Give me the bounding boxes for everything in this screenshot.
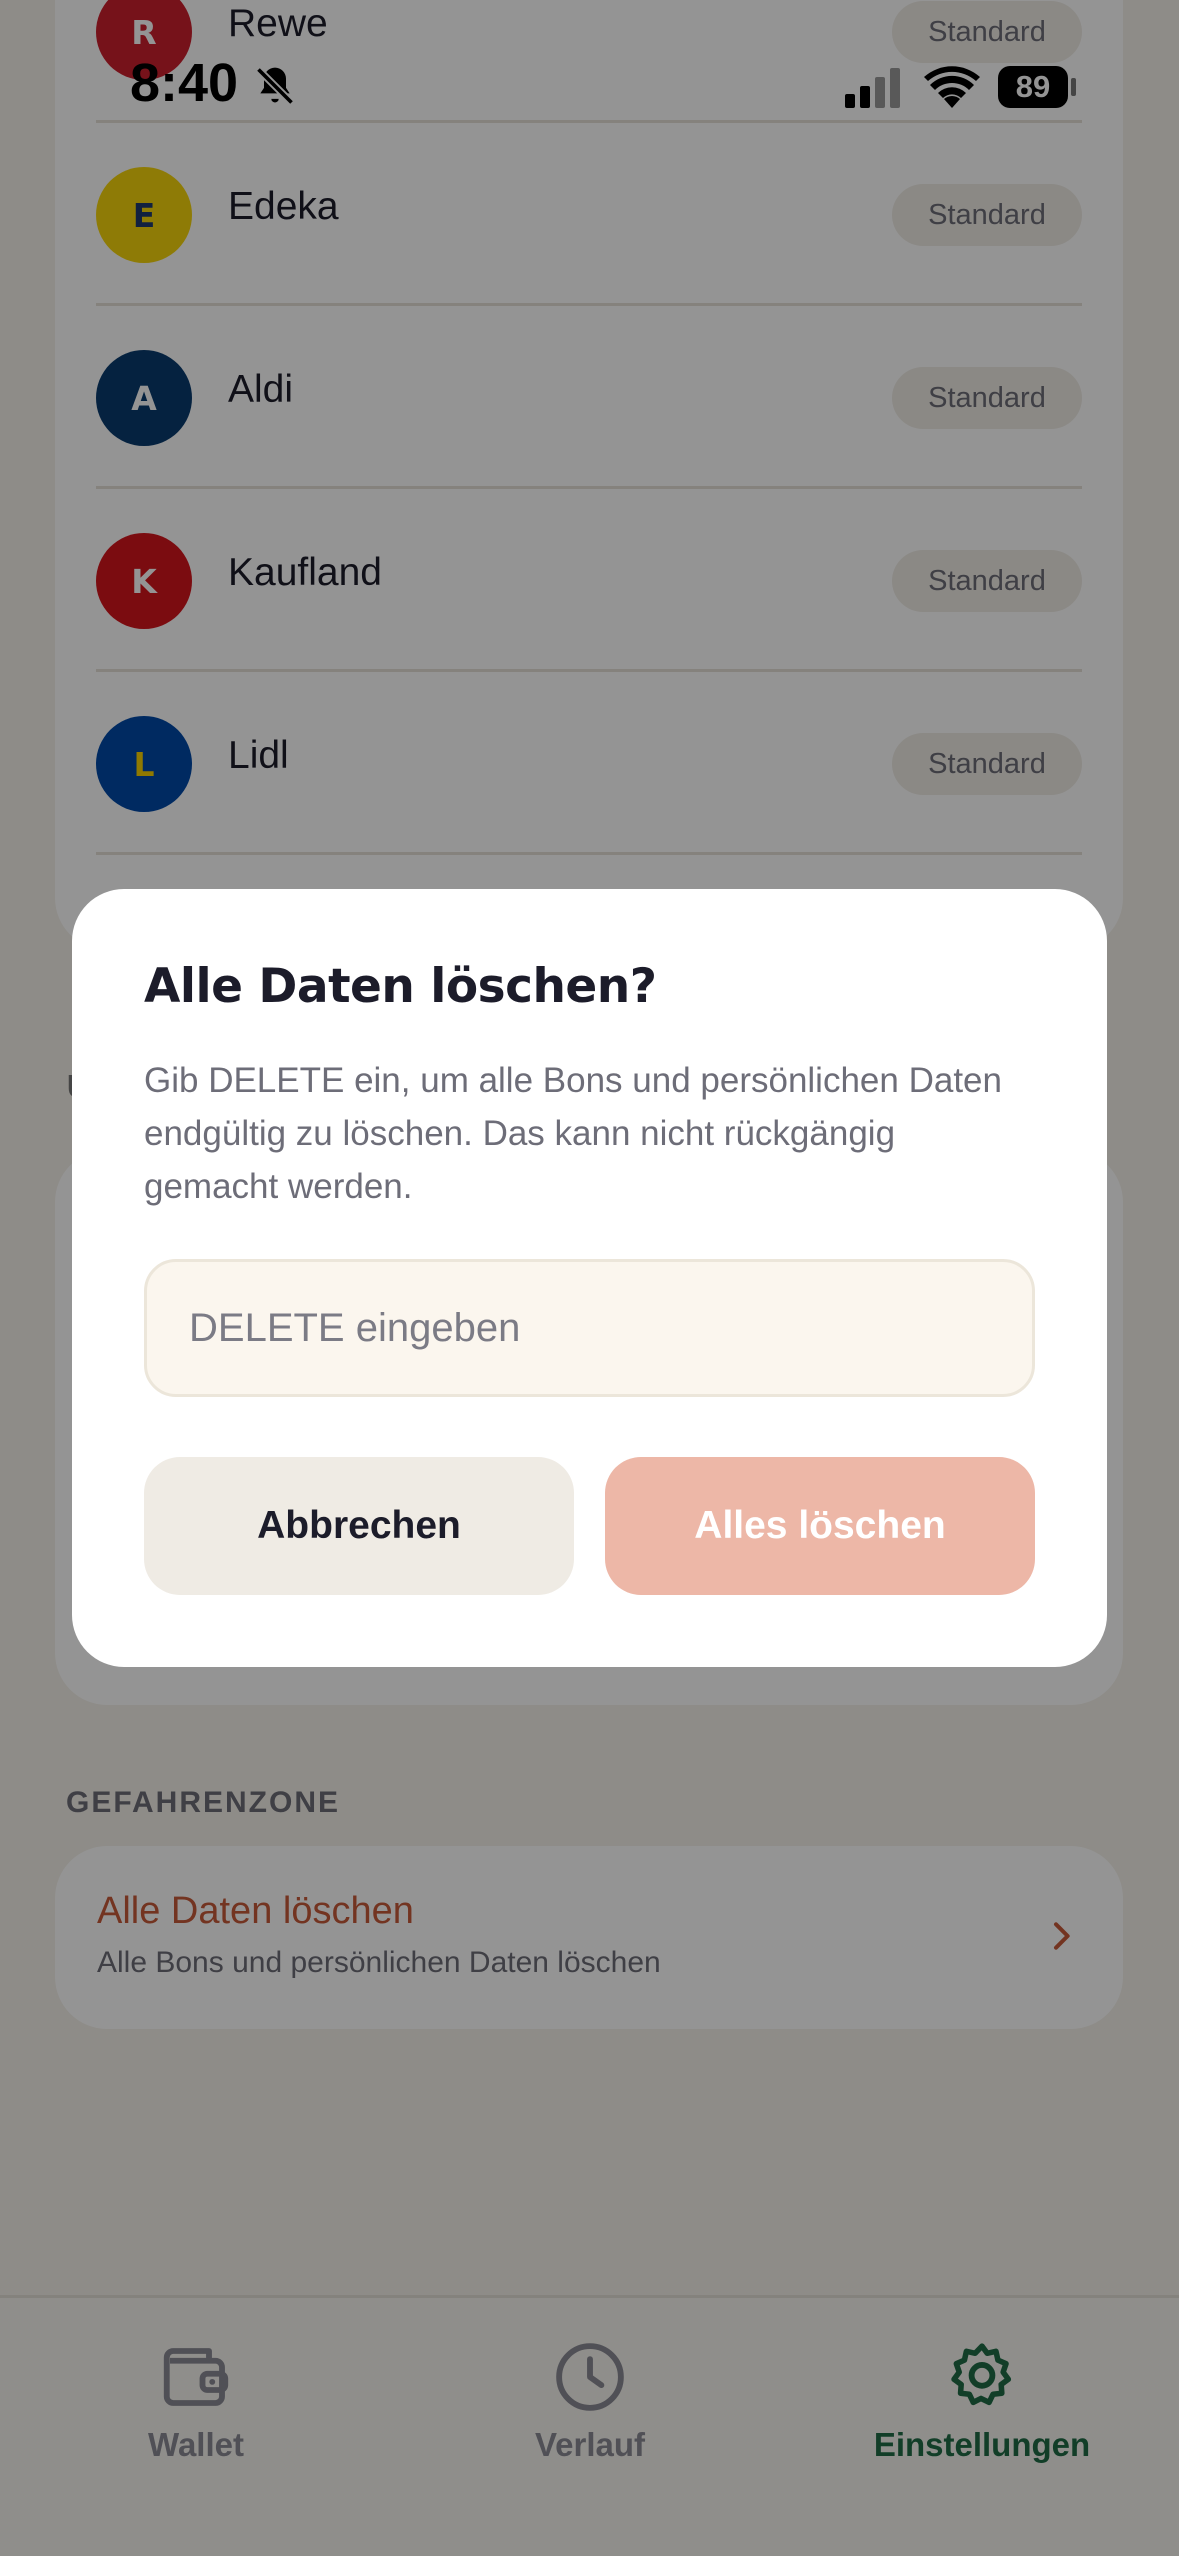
delete-confirm-input[interactable] — [144, 1259, 1035, 1397]
cancel-button[interactable]: Abbrechen — [144, 1457, 574, 1595]
delete-confirmation-dialog: Alle Daten löschen? Gib DELETE ein, um a… — [72, 889, 1107, 1667]
dialog-title: Alle Daten löschen? — [144, 959, 657, 1014]
dialog-message: Gib DELETE ein, um alle Bons und persönl… — [144, 1061, 1002, 1206]
delete-all-button[interactable]: Alles löschen — [605, 1457, 1035, 1595]
